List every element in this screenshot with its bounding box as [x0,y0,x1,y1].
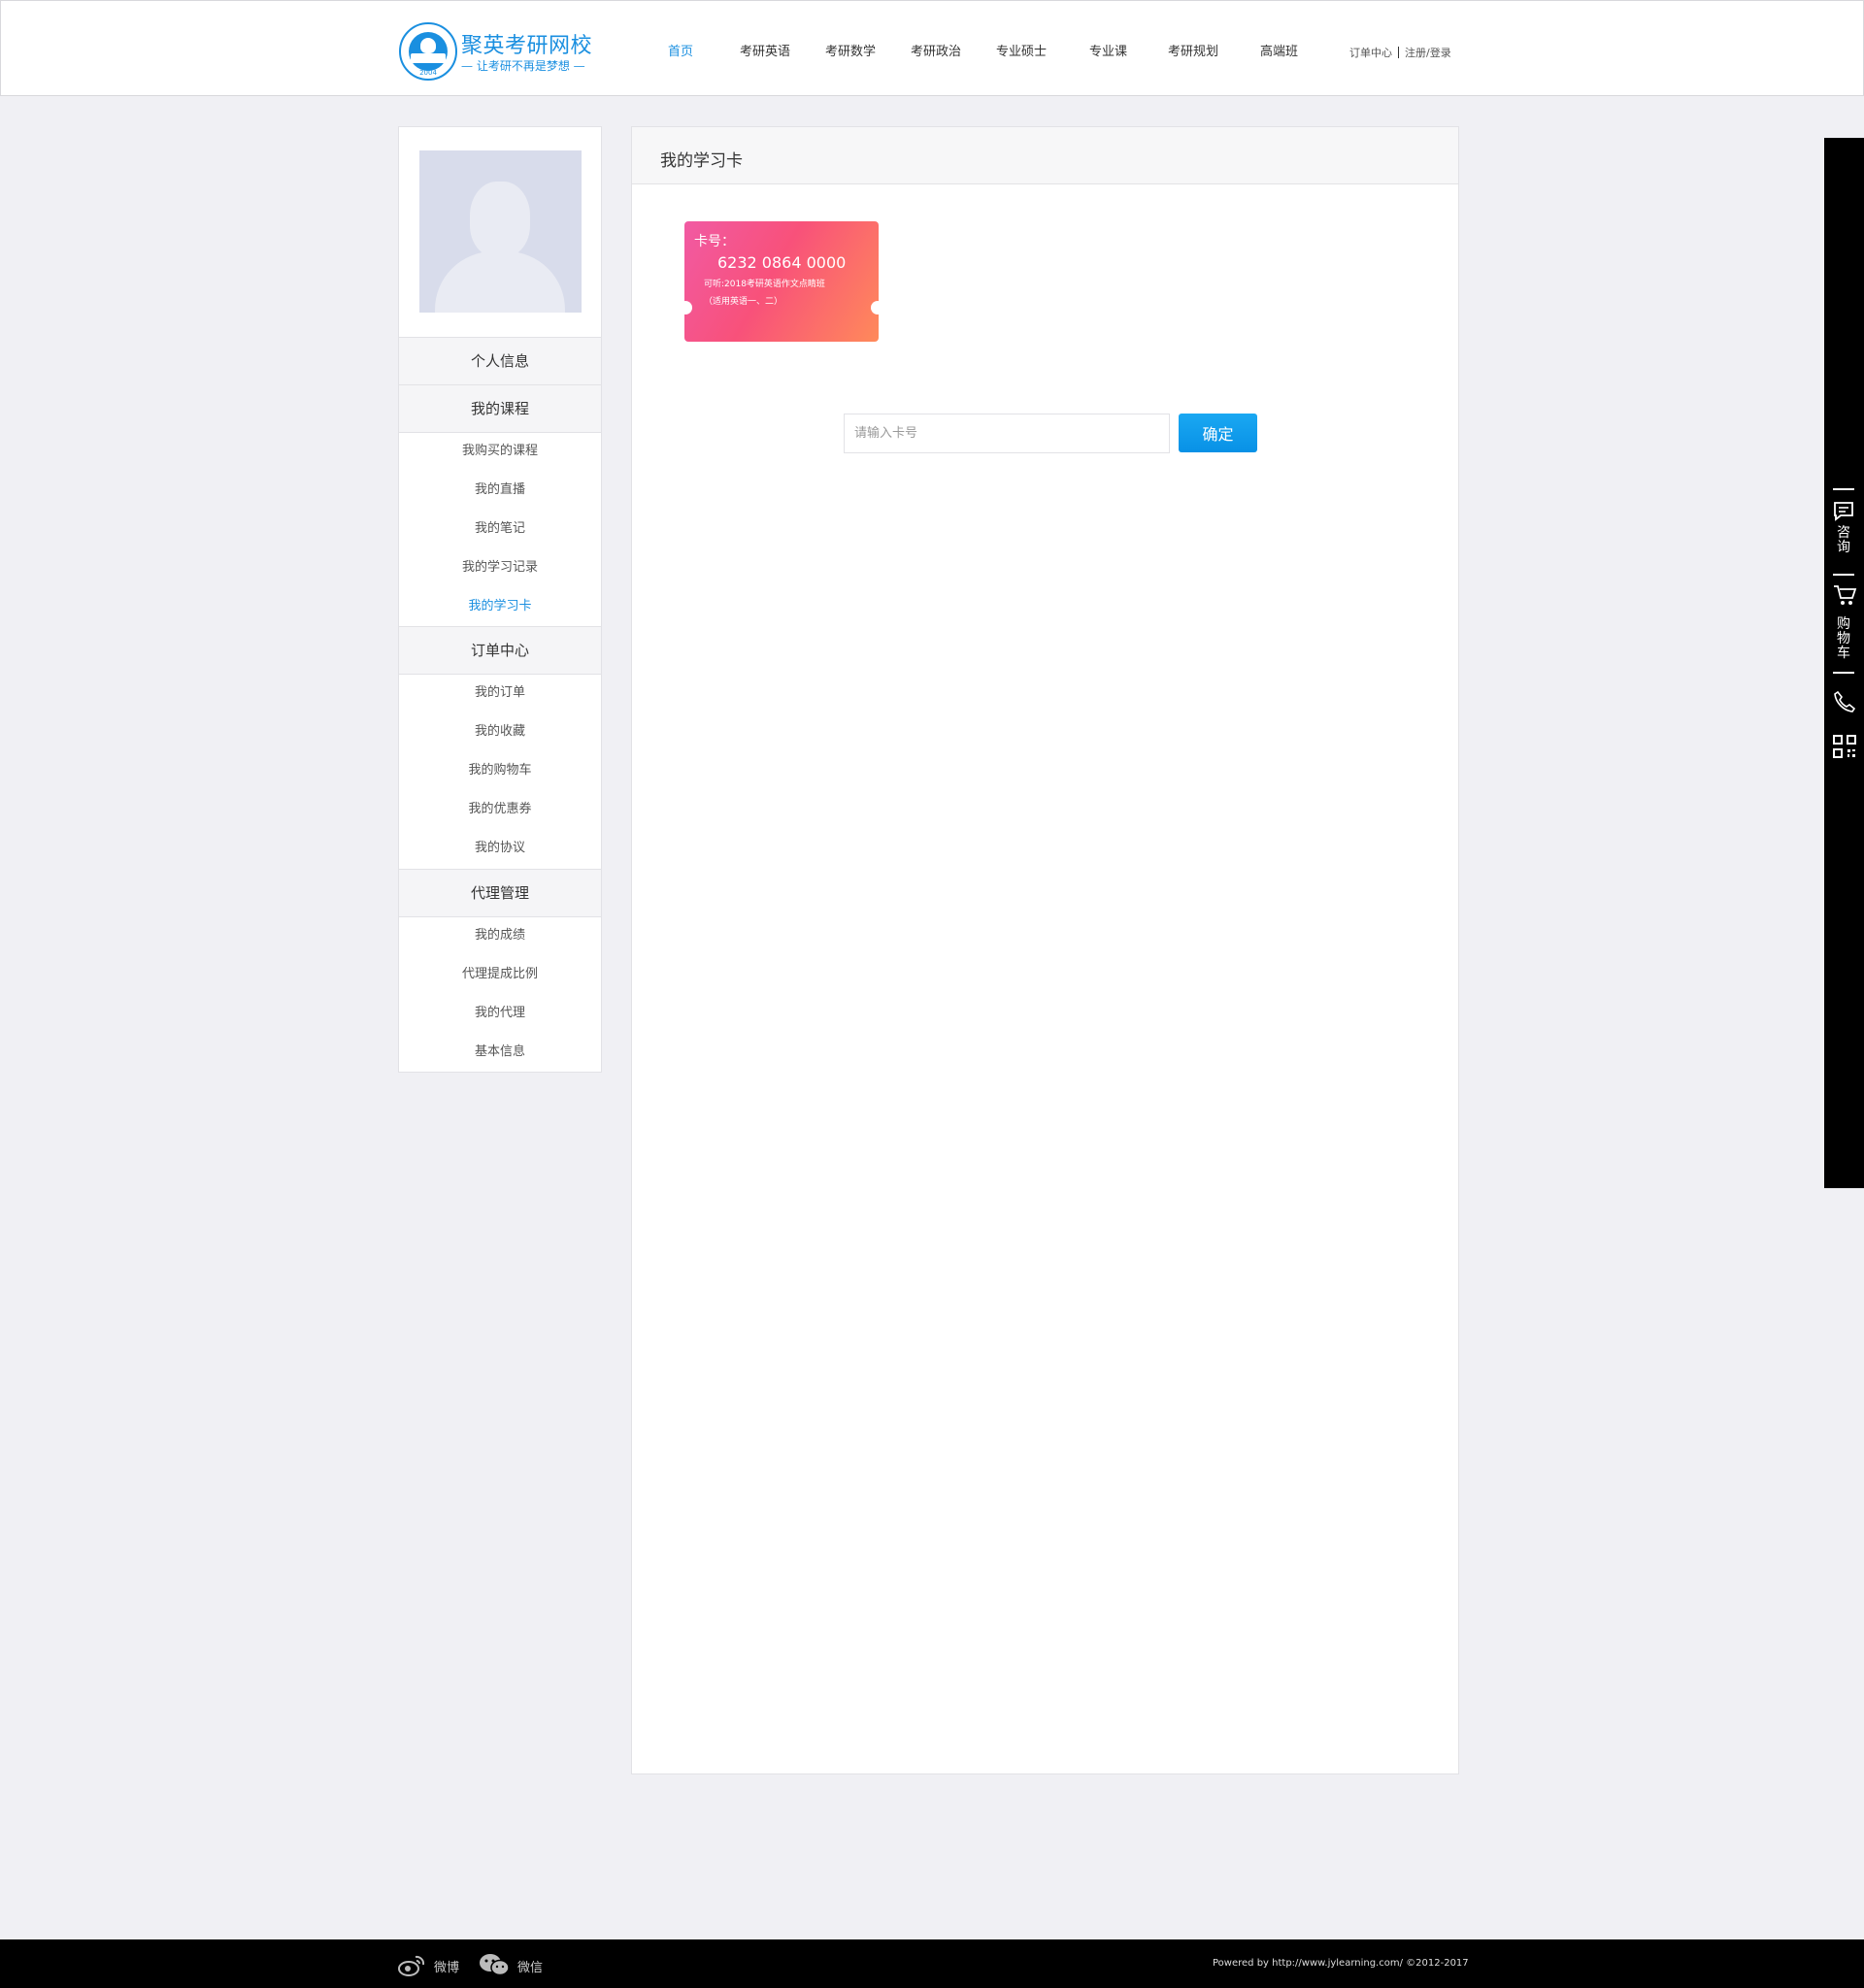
wechat-label[interactable]: 微信 [517,1957,543,1975]
consult-label[interactable]: 咨询 [1836,526,1851,555]
nav-item-premium-class[interactable]: 高端班 [1260,41,1298,59]
sidebar-section-order-center[interactable]: 订单中心 [399,626,601,675]
site-logo[interactable]: 2004 聚英考研网校 — 让考研不再是梦想 — [399,22,603,83]
brand-slogan: — 让考研不再是梦想 — [461,59,585,73]
avatar[interactable] [419,150,582,313]
sidebar-item-my-results[interactable]: 我的成绩 [399,921,601,950]
phone-icon[interactable] [1832,689,1857,714]
confirm-button[interactable]: 确定 [1179,414,1257,452]
sidebar-item-purchased-courses[interactable]: 我购买的课程 [399,437,601,466]
sidebar-item-commission-ratio[interactable]: 代理提成比例 [399,960,601,989]
logo-seal-icon: 2004 [399,22,457,81]
brand-title: 聚英考研网校 [461,34,593,58]
login-link[interactable]: 注册/登录 [1405,47,1451,59]
card-notch [684,301,692,315]
nav-item-math[interactable]: 考研数学 [825,41,876,59]
cart-icon[interactable] [1832,582,1857,608]
card-applicable: （适用英语一、二） [704,297,783,307]
divider [1833,574,1854,576]
site-footer: 微博 微信 Powered by http://www.jylearning.c… [0,1939,1864,1988]
sidebar-section-my-courses[interactable]: 我的课程 [399,384,601,433]
user-sidebar: 个人信息 我的课程 我购买的课程 我的直播 我的笔记 我的学习记录 我的学习卡 … [398,126,602,1073]
card-number: 6232 0864 0000 [717,253,847,272]
site-header: 2004 聚英考研网校 — 让考研不再是梦想 — 首页 考研英语 考研数学 考研… [0,0,1864,96]
page-title: 我的学习卡 [660,151,743,171]
order-center-link[interactable]: 订单中心 [1349,47,1392,59]
weibo-icon[interactable] [398,1955,425,1976]
nav-item-major-course[interactable]: 专业课 [1089,41,1127,59]
sidebar-item-study-card[interactable]: 我的学习卡 [399,592,601,621]
wechat-icon[interactable] [479,1953,510,1976]
card-number-input[interactable] [844,414,1170,453]
main-panel: 我的学习卡 卡号： 6232 0864 0000 可听:2018考研英语作文点睛… [631,126,1459,1774]
nav-item-planning[interactable]: 考研规划 [1168,41,1218,59]
sidebar-item-my-cart[interactable]: 我的购物车 [399,756,601,785]
sidebar-item-my-favorites[interactable]: 我的收藏 [399,717,601,746]
sidebar-item-my-coupons[interactable]: 我的优惠券 [399,795,601,824]
qr-code-icon[interactable] [1832,734,1857,759]
side-float-bar: 咨询 购物车 [1824,138,1864,1188]
copyright: Powered by http://www.jylearning.com/ ©2… [1213,1958,1469,1969]
study-card[interactable]: 卡号： 6232 0864 0000 可听:2018考研英语作文点睛班 （适用英… [684,221,879,342]
nav-item-professional-master[interactable]: 专业硕士 [996,41,1047,59]
sidebar-item-my-live[interactable]: 我的直播 [399,476,601,505]
sidebar-section-agent-management[interactable]: 代理管理 [399,869,601,917]
top-links: 订单中心 注册/登录 [1349,45,1451,60]
chat-icon[interactable] [1832,499,1855,522]
card-notch [871,301,879,315]
nav-item-politics[interactable]: 考研政治 [911,41,961,59]
sidebar-item-my-orders[interactable]: 我的订单 [399,679,601,708]
divider [1833,488,1854,490]
divider [1398,47,1399,58]
sidebar-item-basic-info[interactable]: 基本信息 [399,1038,601,1067]
cart-label[interactable]: 购物车 [1836,617,1851,661]
nav-item-english[interactable]: 考研英语 [740,41,790,59]
card-description: 可听:2018考研英语作文点睛班 [704,280,825,289]
sidebar-item-my-notes[interactable]: 我的笔记 [399,514,601,544]
sidebar-section-personal-info[interactable]: 个人信息 [399,337,601,385]
sidebar-item-study-records[interactable]: 我的学习记录 [399,553,601,582]
panel-header: 我的学习卡 [632,127,1458,184]
divider [1833,672,1854,674]
sidebar-item-my-agreements[interactable]: 我的协议 [399,834,601,863]
sidebar-item-my-agents[interactable]: 我的代理 [399,999,601,1028]
nav-item-home[interactable]: 首页 [668,41,693,59]
weibo-label[interactable]: 微博 [434,1957,459,1975]
card-number-label: 卡号： [694,234,735,249]
